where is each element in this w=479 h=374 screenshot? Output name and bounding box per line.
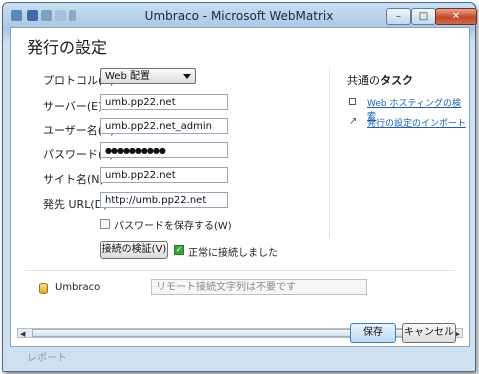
publish-settings-dialog: 発行の設定 プロトコル(R): サーバー(E): ユーザー名(U): パスワード… [10,27,470,347]
connection-status: 正常に接続しました [188,248,278,259]
maximize-button[interactable]: □ [411,8,436,25]
server-label: サーバー(E): [43,100,107,113]
scroll-left-icon[interactable]: ◀ [20,330,25,338]
title-bar: Umbraco - Microsoft WebMatrix – □ ✕ [3,3,477,29]
dialog-heading: 発行の設定 [27,38,108,57]
sitename-label: サイト名(N): [43,173,108,186]
sitename-input[interactable]: umb.pp22.net [100,167,228,183]
validate-connection-button[interactable]: 接続の検証(V) [100,241,168,259]
cancel-button[interactable]: キャンセル [402,323,456,343]
success-check-icon: ✓ [174,245,184,255]
protocol-value: Web 配置 [105,71,150,82]
save-button[interactable]: 保存 [350,323,396,343]
tasks-title-prefix: 共通の [347,74,380,87]
close-button[interactable]: ✕ [435,8,477,25]
database-name: Umbraco [55,282,101,293]
window-icon [349,98,356,105]
panel-divider [329,68,330,238]
background-report-label: レポート [27,353,67,364]
server-input[interactable]: umb.pp22.net [100,94,228,110]
tasks-title: 共通のタスク [347,72,413,88]
minimize-button[interactable]: – [386,8,411,25]
app-window: Umbraco - Microsoft WebMatrix – □ ✕ 発行の設… [2,2,477,372]
save-password-checkbox[interactable] [100,219,110,229]
protocol-select[interactable]: Web 配置 [100,68,196,84]
task-import-settings[interactable]: 発行の設定のインポート [367,116,466,129]
horizontal-scrollbar[interactable]: ◀ ▶ [17,328,463,338]
section-divider [25,270,455,271]
database-icon [39,283,48,294]
connection-string-input[interactable]: リモート接続文字列は不要です [151,279,367,295]
import-icon: ↗ [349,116,358,127]
save-password-label: パスワードを保存する(W) [114,221,232,232]
tasks-title-bold: タスク [380,74,413,87]
password-input[interactable]: ●●●●●●●●●● [100,142,228,158]
dest-url-input[interactable]: http://umb.pp22.net [100,192,228,208]
chevron-down-icon [183,74,191,79]
username-input[interactable]: umb.pp22.net_admin [100,118,228,134]
